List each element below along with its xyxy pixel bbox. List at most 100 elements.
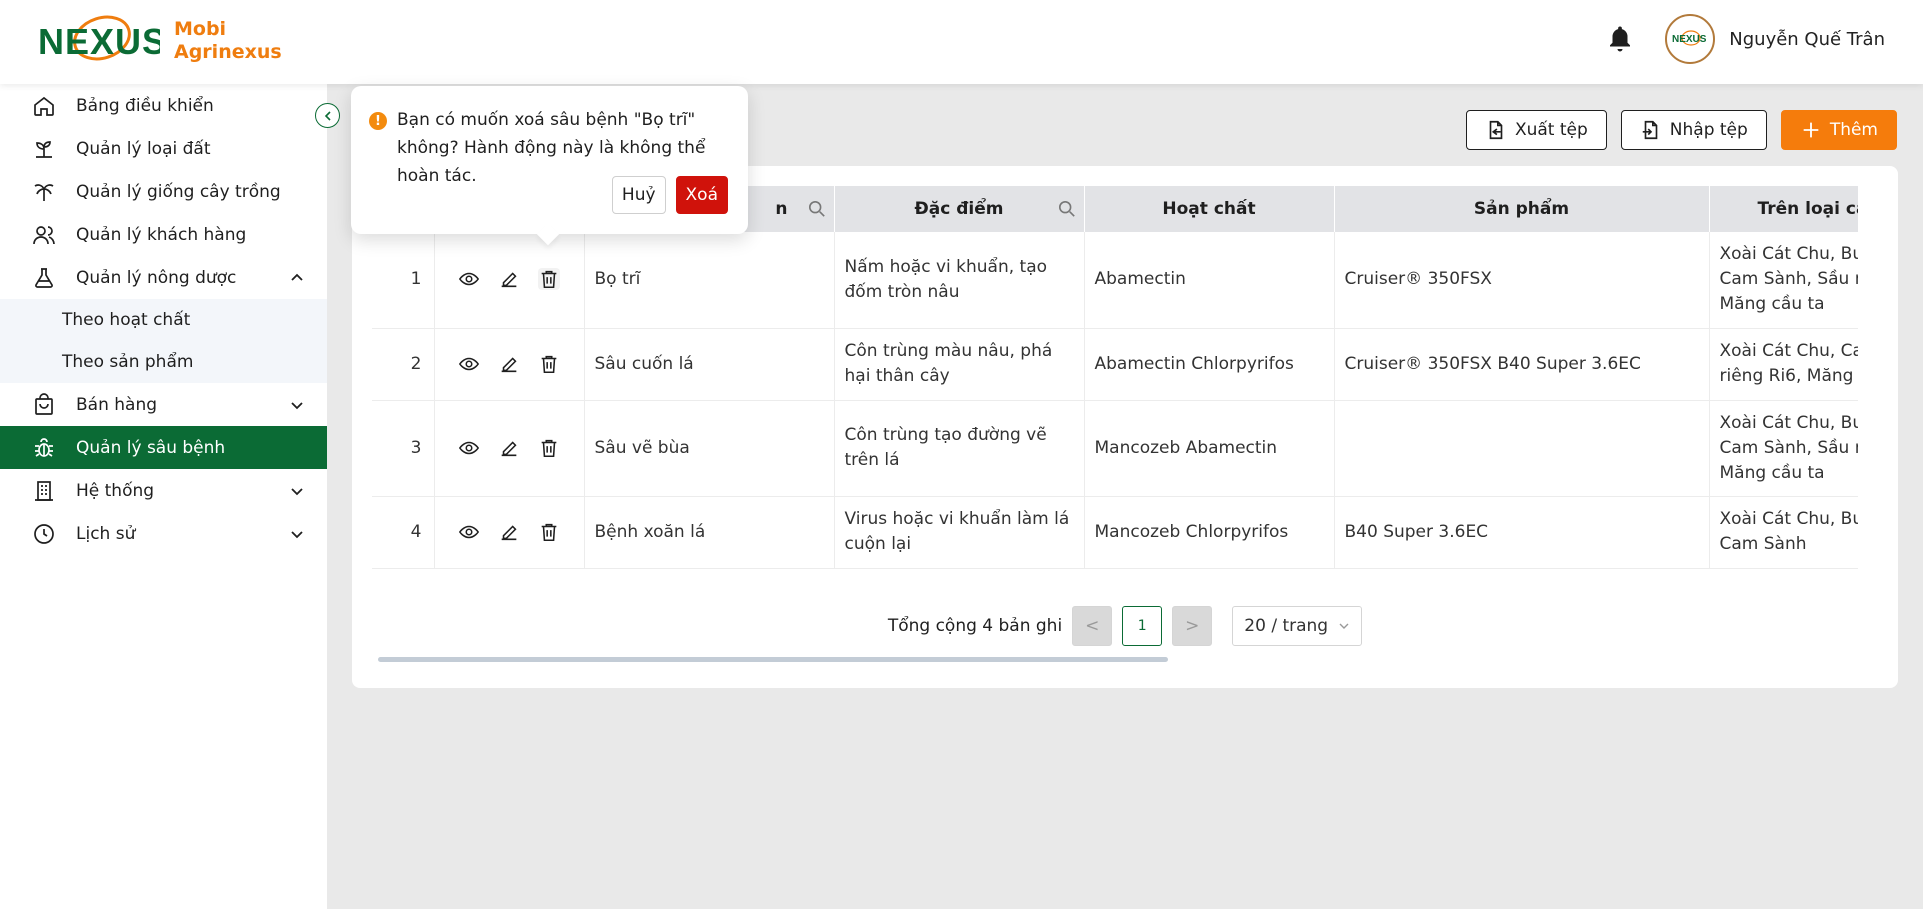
clock-icon bbox=[30, 520, 58, 548]
search-icon[interactable] bbox=[1058, 200, 1076, 218]
export-label: Xuất tệp bbox=[1514, 120, 1588, 140]
sidebar-item-customers[interactable]: Quản lý khách hàng bbox=[0, 213, 327, 256]
flask-icon bbox=[30, 264, 58, 292]
bug-icon bbox=[30, 434, 58, 462]
cancel-button[interactable]: Huỷ bbox=[611, 176, 666, 214]
cell-crops: Xoài Cát Chu, Bưởi Da Xanh, Cam Sành bbox=[1709, 496, 1858, 569]
cell-product bbox=[1334, 400, 1710, 497]
table-row: 3 Sâu vẽ bùa Côn trùng tạo đường vẽ trên… bbox=[372, 400, 1858, 497]
chevron-right-icon: > bbox=[1185, 616, 1200, 636]
trash-icon[interactable] bbox=[538, 268, 560, 291]
cell-product: B40 Super 3.6EC bbox=[1334, 496, 1710, 569]
cell-feature: Côn trùng màu nâu, phá hại thân cây bbox=[834, 328, 1085, 401]
eye-icon[interactable] bbox=[458, 268, 480, 290]
cell-name: Bọ trĩ bbox=[584, 232, 835, 329]
submenu-item-by-product[interactable]: Theo sản phẩm bbox=[0, 341, 327, 383]
avatar-logo-icon: NEXUS bbox=[1672, 30, 1707, 46]
col-header-name-label: n bbox=[775, 199, 788, 219]
delete-popconfirm: ! Bạn có muốn xoá sâu bệnh "Bọ trĩ" khôn… bbox=[351, 86, 748, 246]
cell-no: 1 bbox=[372, 232, 435, 329]
export-button[interactable]: Xuất tệp bbox=[1465, 110, 1607, 150]
pest-table: n Đặc điểm Hoạt chất Sản phẩm Trên loại … bbox=[372, 186, 1858, 569]
import-label: Nhập tệp bbox=[1669, 120, 1748, 140]
add-label: Thêm bbox=[1829, 120, 1878, 140]
cell-no: 3 bbox=[372, 400, 435, 497]
cell-actions bbox=[434, 232, 585, 329]
edit-icon[interactable] bbox=[498, 437, 520, 459]
edit-icon[interactable] bbox=[498, 268, 520, 290]
plus-icon bbox=[1803, 122, 1819, 138]
next-page-button[interactable]: > bbox=[1172, 606, 1213, 646]
chevron-down-icon bbox=[291, 531, 303, 539]
chevron-left-icon: < bbox=[1085, 616, 1100, 636]
import-button[interactable]: Nhập tệp bbox=[1620, 110, 1767, 150]
cell-product: Cruiser® 350FSX bbox=[1334, 232, 1710, 329]
svg-text:NEXUS: NEXUS bbox=[1672, 34, 1707, 45]
page-size-value: 20 / trang bbox=[1244, 616, 1329, 636]
add-button[interactable]: Thêm bbox=[1780, 110, 1897, 150]
trash-icon[interactable] bbox=[538, 353, 560, 375]
sidebar-item-pests[interactable]: Quản lý sâu bệnh bbox=[0, 426, 327, 469]
sidebar: Bảng điều khiển Quản lý loại đất Quản lý… bbox=[0, 84, 327, 909]
submenu-item-by-active-ingredient[interactable]: Theo hoạt chất bbox=[0, 299, 327, 341]
cell-crops: Xoài Cát Chu, Bưởi Da Xanh, Cam Sành, Sầ… bbox=[1709, 232, 1858, 329]
eye-icon[interactable] bbox=[458, 521, 480, 543]
sidebar-item-dashboard[interactable]: Bảng điều khiển bbox=[0, 84, 327, 127]
pest-table-wrapper: n Đặc điểm Hoạt chất Sản phẩm Trên loại … bbox=[372, 186, 1858, 576]
table-row: 4 Bệnh xoăn lá Virus hoặc vi khuẩn làm l… bbox=[372, 496, 1858, 569]
cell-name: Sâu cuốn lá bbox=[584, 328, 835, 401]
svg-text:NEXUS: NEXUS bbox=[38, 21, 160, 62]
sidebar-item-label: Bán hàng bbox=[76, 394, 158, 415]
page-size-select[interactable]: 20 / trang bbox=[1232, 606, 1363, 646]
eye-icon[interactable] bbox=[458, 353, 480, 375]
sidebar-item-label: Quản lý giống cây trồng bbox=[76, 181, 281, 202]
sidebar-item-history[interactable]: Lịch sử bbox=[0, 512, 327, 555]
horizontal-scrollbar[interactable] bbox=[378, 657, 1168, 662]
sidebar-item-crop-varieties[interactable]: Quản lý giống cây trồng bbox=[0, 170, 327, 213]
shopping-bag-icon bbox=[30, 391, 58, 419]
app-header: NEXUS Mobi Agrinexus NEXUS Nguyễn Quế Tr… bbox=[0, 0, 1923, 84]
cell-product: Cruiser® 350FSX B40 Super 3.6EC bbox=[1334, 328, 1710, 401]
avatar[interactable]: NEXUS bbox=[1665, 14, 1716, 64]
total-records: Tổng cộng 4 bản ghi bbox=[887, 616, 1063, 636]
sidebar-item-label: Quản lý loại đất bbox=[76, 138, 211, 159]
confirm-delete-button[interactable]: Xoá bbox=[675, 176, 728, 214]
cell-actions bbox=[434, 328, 585, 401]
search-icon[interactable] bbox=[808, 200, 826, 218]
col-header-crops: Trên loại cây trồng bbox=[1709, 186, 1858, 232]
brand-line-1: Mobi bbox=[174, 18, 227, 40]
cell-crops: Xoài Cát Chu, Bưởi Da Xanh, Cam Sành, Sầ… bbox=[1709, 400, 1858, 497]
col-header-feature-label: Đặc điểm bbox=[914, 199, 1004, 219]
sidebar-item-pesticides[interactable]: Quản lý nông dược bbox=[0, 256, 327, 299]
chevron-up-icon bbox=[291, 273, 303, 281]
cell-actions bbox=[434, 400, 585, 497]
cell-active: Abamectin Chlorpyrifos bbox=[1084, 328, 1335, 401]
sidebar-item-label: Lịch sử bbox=[76, 523, 136, 544]
exclamation-icon: ! bbox=[369, 112, 387, 130]
trash-icon[interactable] bbox=[538, 437, 560, 459]
col-header-product: Sản phẩm bbox=[1334, 186, 1710, 232]
cell-active: Abamectin bbox=[1084, 232, 1335, 329]
table-card: n Đặc điểm Hoạt chất Sản phẩm Trên loại … bbox=[352, 166, 1898, 688]
app-logo[interactable]: NEXUS Mobi Agrinexus bbox=[36, 12, 282, 70]
trash-icon[interactable] bbox=[538, 521, 560, 543]
brand-name: Mobi Agrinexus bbox=[174, 18, 282, 64]
chevron-left-icon bbox=[324, 110, 331, 121]
table-row: 2 Sâu cuốn lá Côn trùng màu nâu, phá hại… bbox=[372, 328, 1858, 401]
edit-icon[interactable] bbox=[498, 353, 520, 375]
sidebar-item-label: Quản lý sâu bệnh bbox=[76, 437, 226, 458]
toolbar: Xuất tệp Nhập tệp Thêm bbox=[1465, 110, 1897, 150]
user-name[interactable]: Nguyễn Quế Trân bbox=[1729, 29, 1885, 50]
cell-feature: Nấm hoặc vi khuẩn, tạo đốm tròn nâu bbox=[834, 232, 1085, 329]
page-1-button[interactable]: 1 bbox=[1122, 606, 1163, 646]
sidebar-item-soil[interactable]: Quản lý loại đất bbox=[0, 127, 327, 170]
palm-tree-icon bbox=[30, 178, 58, 206]
eye-icon[interactable] bbox=[458, 437, 480, 459]
prev-page-button[interactable]: < bbox=[1072, 606, 1113, 646]
sidebar-item-sales[interactable]: Bán hàng bbox=[0, 383, 327, 426]
sidebar-item-system[interactable]: Hệ thống bbox=[0, 469, 327, 512]
edit-icon[interactable] bbox=[498, 521, 520, 543]
sidebar-collapse-button[interactable] bbox=[315, 103, 340, 128]
sidebar-item-label: Bảng điều khiển bbox=[76, 95, 214, 116]
bell-icon[interactable] bbox=[1605, 24, 1635, 54]
